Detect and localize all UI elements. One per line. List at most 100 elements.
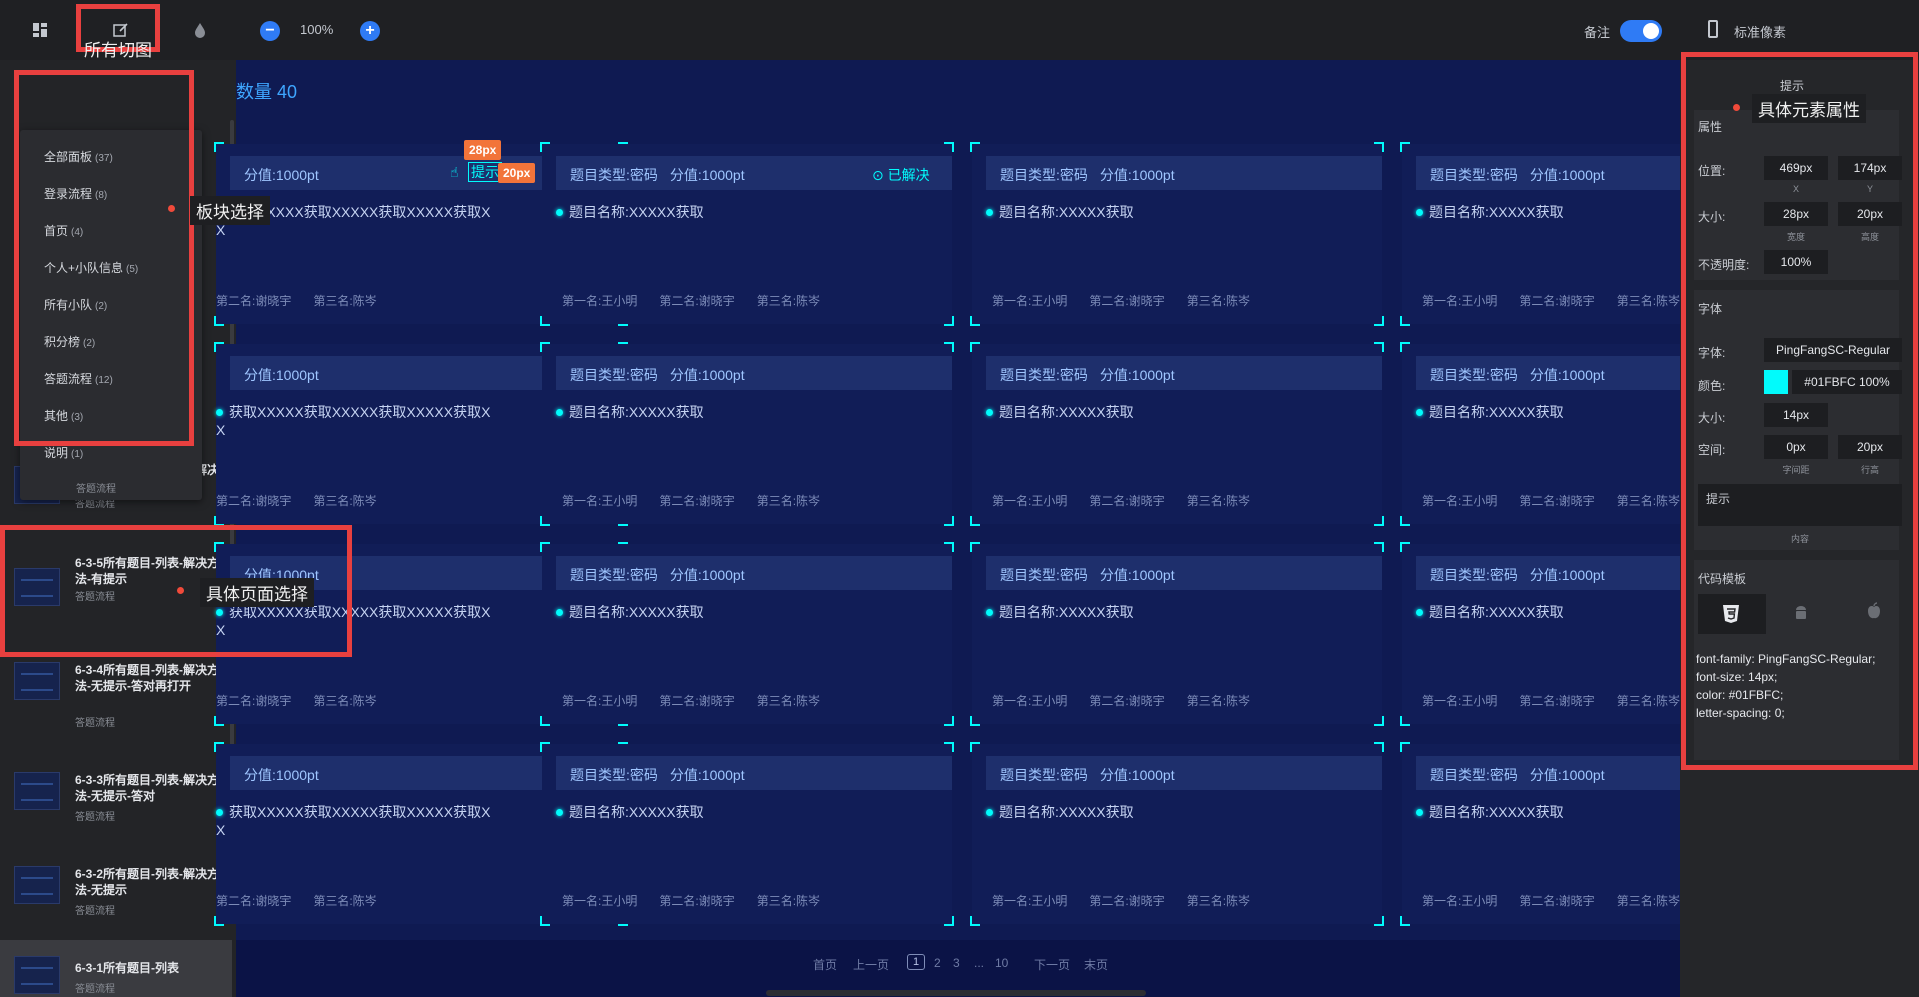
zoom-out-icon[interactable]: − bbox=[260, 21, 280, 41]
page-thumbnail bbox=[14, 866, 60, 904]
rank-entry: 第一名:王小明 bbox=[992, 894, 1068, 908]
card-name: 题目名称:XXXXX获取 bbox=[1416, 802, 1564, 822]
rank-entry: 第二名:谢晓宇 bbox=[1089, 294, 1165, 308]
question-card[interactable]: 题目类型:密码 分值:1000pt 题目名称:XXXXX获取 第一名:王小明 第二名:谢… bbox=[970, 742, 1384, 926]
card-corner bbox=[944, 316, 954, 326]
phone-icon[interactable] bbox=[1708, 20, 1718, 38]
rank-entry: 第二名:谢晓宇 bbox=[1089, 694, 1165, 708]
card-type-score: 分值:1000pt bbox=[244, 765, 319, 785]
card-corner bbox=[1400, 516, 1410, 526]
question-card[interactable]: 题目类型:密码 分值:1000pt 题目名称:XXXXX获取 第一名:王小明 第二名:谢… bbox=[970, 542, 1384, 726]
card-type-score: 题目类型:密码 分值:1000pt bbox=[1000, 365, 1175, 385]
card-corner bbox=[1374, 142, 1384, 152]
pager-page[interactable]: 2 bbox=[934, 956, 941, 970]
page-title: 6-3-1所有题目-列表 bbox=[75, 961, 180, 975]
card-type: 题目类型:密码 bbox=[1430, 367, 1518, 383]
page-item[interactable]: 6-3-2所有题目-列表-解决方法-无提示 答题流程 bbox=[0, 858, 232, 948]
note-toggle[interactable] bbox=[1620, 20, 1662, 42]
card-long-name-wrap: X bbox=[216, 422, 226, 438]
question-card[interactable]: 题目类型:密码 分值:1000pt 题目名称:XXXXX获取 第一名:王小明 第二名:谢… bbox=[540, 742, 954, 926]
card-corner bbox=[1400, 742, 1410, 752]
question-card[interactable]: 题目类型:密码 分值:1000pt 题目名称:XXXXX获取 第一名:王小明 第二名:谢… bbox=[970, 342, 1384, 526]
card-name: 题目名称:XXXXX获取 bbox=[986, 402, 1134, 422]
card-long-name: 获取XXXXX获取XXXXX获取XXXXX获取X bbox=[216, 802, 490, 822]
card-score: 分值:1000pt bbox=[1099, 167, 1175, 183]
pager-next[interactable]: 下一页 bbox=[1034, 956, 1070, 973]
page-item-active[interactable]: 6-3-1所有题目-列表 答题流程 bbox=[0, 940, 232, 997]
question-card[interactable]: 题目类型:密码 分值:1000pt ⊙ 已解决 题目名称:XXXXX获取 第一名:王小明… bbox=[540, 142, 954, 326]
card-name: 题目名称:XXXXX获取 bbox=[556, 202, 704, 222]
page-item[interactable]: 6-3-3所有题目-列表-解决方法-无提示-答对 答题流程 bbox=[0, 764, 232, 854]
zoom-in-icon[interactable]: + bbox=[360, 21, 380, 41]
pixel-mode-label[interactable]: 标准像素 bbox=[1734, 22, 1786, 41]
page-group: 答题流程 bbox=[75, 718, 115, 729]
card-corner bbox=[970, 742, 980, 752]
card-type: 题目类型:密码 bbox=[570, 767, 658, 783]
page-item[interactable]: 6-3-4所有题目-列表-解决方法-无提示-答对再打开 答题流程 bbox=[0, 656, 232, 746]
card-name: 题目名称:XXXXX获取 bbox=[556, 602, 704, 622]
card-header: 题目类型:密码 分值:1000pt bbox=[986, 356, 1382, 390]
card-score: 分值:1000pt bbox=[669, 567, 745, 583]
rank-entry: 第二名:谢晓宇 bbox=[1519, 294, 1595, 308]
drop-icon[interactable] bbox=[188, 18, 212, 42]
app-window: − 100% + 备注 6-3-6所有题目-列表-已解决队伍 答题流程 6-3-… bbox=[0, 0, 1919, 997]
card-score: 分值:1000pt bbox=[1099, 567, 1175, 583]
page-thumbnail bbox=[14, 956, 60, 994]
card-corner bbox=[540, 142, 550, 152]
card-corner bbox=[540, 916, 550, 926]
card-type: 题目类型:密码 bbox=[1000, 167, 1088, 183]
pager-page[interactable]: 3 bbox=[953, 956, 960, 970]
pager-current[interactable]: 1 bbox=[907, 954, 925, 970]
annotation-dot bbox=[177, 587, 184, 594]
rank-entry: 第二名:谢晓宇 bbox=[216, 894, 292, 908]
pager-ellipsis: ... bbox=[974, 956, 985, 970]
question-card[interactable]: 题目类型:密码 分值:1000pt 题目名称:XXXXX获取 第一名:王小明 第二名:谢… bbox=[970, 142, 1384, 326]
annotation-dot bbox=[1733, 104, 1740, 111]
menu-item[interactable]: 说明 (1) bbox=[44, 444, 83, 461]
rank-entry: 第三名:陈岑 bbox=[756, 694, 821, 708]
card-corner bbox=[944, 742, 954, 752]
page-title: 6-3-2所有题目-列表-解决方法-无提示 bbox=[75, 867, 220, 897]
card-long-name-wrap: X bbox=[216, 822, 226, 838]
pager-prev[interactable]: 上一页 bbox=[853, 956, 889, 973]
card-score: 分值:1000pt bbox=[669, 167, 745, 183]
pager-page[interactable]: 10 bbox=[995, 956, 1008, 970]
rank-entry: 第三名:陈岑 bbox=[1186, 694, 1251, 708]
design-canvas[interactable]: 数量 40 分值:1000pt 获取XXXXX获取XXXXX获取XXXXX获取X X… bbox=[214, 60, 1814, 997]
card-score: 分值:1000pt bbox=[669, 367, 745, 383]
rank-entry: 第二名:谢晓宇 bbox=[659, 694, 735, 708]
pager-last[interactable]: 末页 bbox=[1084, 956, 1108, 973]
card-type-score: 分值:1000pt bbox=[244, 365, 319, 385]
selected-hint-element[interactable]: 提示 bbox=[468, 162, 502, 182]
card-header: 题目类型:密码 分值:1000pt bbox=[986, 556, 1382, 590]
card-name: 题目名称:XXXXX获取 bbox=[986, 602, 1134, 622]
card-type: 题目类型:密码 bbox=[1430, 567, 1518, 583]
check-circle-icon: ⊙ bbox=[872, 167, 888, 183]
annotation-element-props: 具体元素属性 bbox=[1752, 94, 1866, 123]
card-name: 题目名称:XXXXX获取 bbox=[556, 802, 704, 822]
question-card[interactable]: 题目类型:密码 分值:1000pt 题目名称:XXXXX获取 第一名:王小明 第二名:谢… bbox=[540, 542, 954, 726]
card-corner bbox=[214, 142, 224, 152]
card-corner bbox=[970, 542, 980, 552]
hand-pointer-icon: ☝ bbox=[450, 164, 459, 180]
card-long-name: 获取XXXXX获取XXXXX获取XXXXX获取X bbox=[216, 402, 490, 422]
card-rankings: 第一名:王小明 第二名:谢晓宇 第三名:陈岑 bbox=[562, 692, 842, 709]
card-corner bbox=[540, 316, 550, 326]
card-rankings: 第一名:王小明 第二名:谢晓宇 第三名:陈岑 bbox=[992, 292, 1272, 309]
pager-first[interactable]: 首页 bbox=[813, 956, 837, 973]
card-name: 题目名称:XXXXX获取 bbox=[1416, 402, 1564, 422]
rank-entry: 第一名:王小明 bbox=[1422, 494, 1498, 508]
card-rankings: 第二名:谢晓宇 第三名:陈岑 bbox=[216, 492, 399, 509]
card-corner bbox=[1374, 542, 1384, 552]
card-corner bbox=[944, 516, 954, 526]
card-corner bbox=[540, 542, 550, 552]
canvas-scrollbar[interactable] bbox=[766, 990, 1146, 996]
rank-entry: 第三名:陈岑 bbox=[1186, 294, 1251, 308]
grid-icon[interactable] bbox=[28, 18, 52, 42]
card-type: 题目类型:密码 bbox=[1430, 167, 1518, 183]
page-group: 答题流程 bbox=[75, 812, 115, 823]
card-corner bbox=[944, 716, 954, 726]
question-card[interactable]: 题目类型:密码 分值:1000pt 题目名称:XXXXX获取 第一名:王小明 第二名:谢… bbox=[540, 342, 954, 526]
rank-entry: 第一名:王小明 bbox=[1422, 294, 1498, 308]
page-title: 6-3-3所有题目-列表-解决方法-无提示-答对 bbox=[75, 773, 220, 803]
